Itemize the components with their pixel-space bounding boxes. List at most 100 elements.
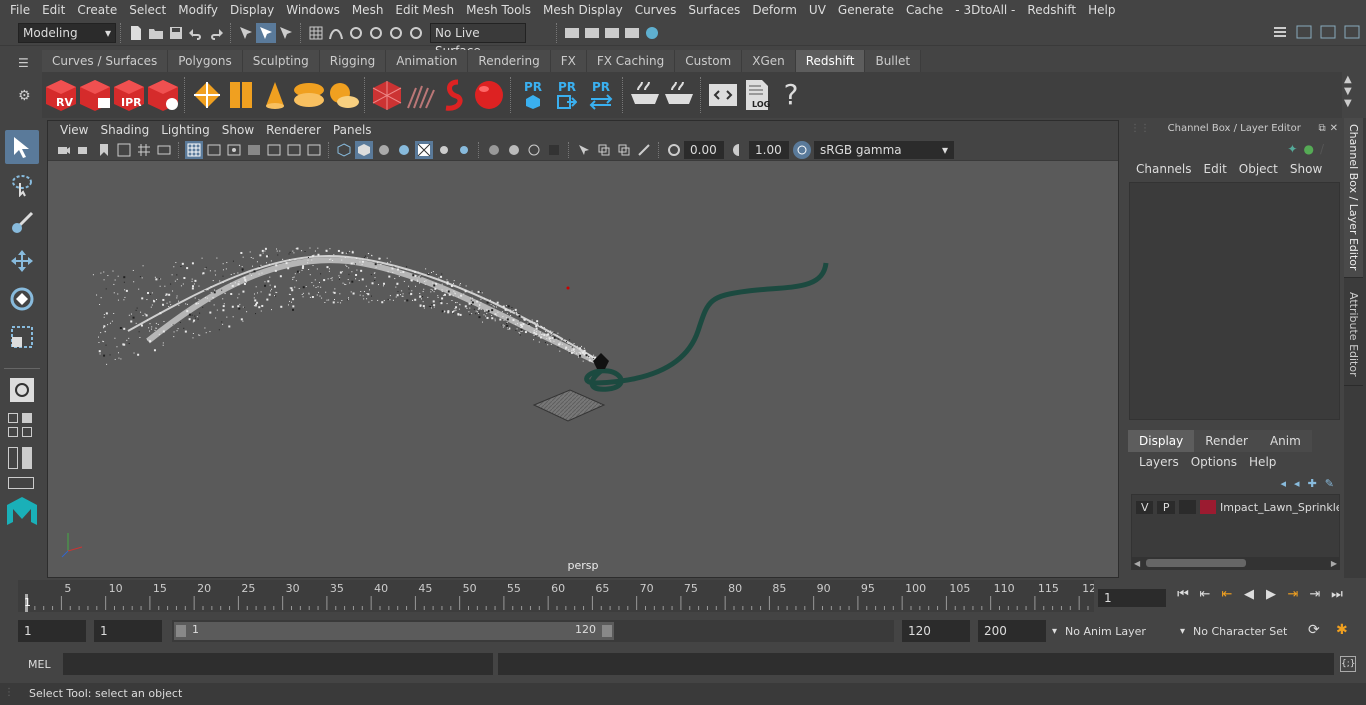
pr-button-3[interactable]: PR bbox=[584, 78, 618, 112]
tab-attribute-editor[interactable]: Attribute Editor bbox=[1344, 286, 1363, 386]
channel-box-menu-channels[interactable]: Channels bbox=[1130, 162, 1198, 176]
anim-layer-selector[interactable]: ▾ No Anim Layer bbox=[1052, 620, 1178, 642]
layer-tab-render[interactable]: Render bbox=[1194, 430, 1259, 452]
side-pane-icon[interactable] bbox=[22, 427, 32, 437]
tab-bullet[interactable]: Bullet bbox=[865, 50, 922, 72]
save-scene-icon[interactable] bbox=[166, 23, 186, 43]
menu-edit[interactable]: Edit bbox=[36, 0, 71, 20]
viewport-menu-show[interactable]: Show bbox=[216, 123, 260, 137]
snap-grid-icon[interactable] bbox=[306, 23, 326, 43]
playback-start-field[interactable]: 1 bbox=[94, 620, 162, 642]
render-frame-icon[interactable] bbox=[582, 23, 602, 43]
tab-sculpting[interactable]: Sculpting bbox=[242, 50, 320, 72]
xray-active-icon[interactable] bbox=[615, 141, 633, 159]
rs-bake-button-1[interactable] bbox=[628, 78, 662, 112]
rs-sun-sky-button[interactable] bbox=[326, 78, 360, 112]
rs-dome-light-button[interactable] bbox=[292, 78, 326, 112]
range-slider-fill[interactable]: 1 120 bbox=[174, 622, 614, 640]
smooth-shade-icon[interactable] bbox=[355, 140, 373, 159]
menu-edit-mesh[interactable]: Edit Mesh bbox=[389, 0, 460, 20]
rs-render-button[interactable] bbox=[78, 78, 112, 112]
field-chart-icon[interactable] bbox=[205, 141, 223, 159]
use-all-lights-icon[interactable] bbox=[435, 141, 453, 159]
menu-surfaces[interactable]: Surfaces bbox=[682, 0, 746, 20]
scroll-right-icon[interactable]: ▶ bbox=[1331, 559, 1337, 568]
last-tool-icon[interactable] bbox=[5, 373, 39, 407]
default-lighting-icon[interactable] bbox=[375, 141, 393, 159]
tab-xgen[interactable]: XGen bbox=[742, 50, 796, 72]
menu-mesh[interactable]: Mesh bbox=[346, 0, 390, 20]
command-language-label[interactable]: MEL bbox=[28, 658, 51, 671]
scene-start-field[interactable]: 1 bbox=[18, 620, 86, 642]
lasso-tool-icon[interactable] bbox=[5, 168, 39, 202]
resolution-gate-icon[interactable] bbox=[225, 141, 243, 159]
tool-settings-toggle-icon[interactable] bbox=[1342, 22, 1362, 42]
tab-custom[interactable]: Custom bbox=[675, 50, 743, 72]
wireframe-icon[interactable] bbox=[335, 141, 353, 159]
snap-point-icon[interactable] bbox=[346, 23, 366, 43]
outliner-icon[interactable] bbox=[1270, 22, 1290, 42]
move-tool-icon[interactable] bbox=[5, 244, 39, 278]
rs-log-button[interactable]: LOG bbox=[740, 78, 774, 112]
tab-polygons[interactable]: Polygons bbox=[168, 50, 243, 72]
single-pane-icon[interactable] bbox=[8, 413, 18, 423]
menu-display[interactable]: Display bbox=[224, 0, 280, 20]
anti-alias-icon[interactable] bbox=[525, 141, 543, 159]
move-layer-down-icon[interactable]: ◂ bbox=[1294, 477, 1300, 490]
viewport-menu-renderer[interactable]: Renderer bbox=[260, 123, 327, 137]
tab-curves-surfaces[interactable]: Curves / Surfaces bbox=[42, 50, 169, 72]
range-start-handle[interactable] bbox=[176, 625, 186, 637]
step-forward-key-icon[interactable]: ⇥ bbox=[1306, 587, 1324, 602]
render-settings-icon[interactable] bbox=[562, 23, 582, 43]
four-pane-icon[interactable] bbox=[22, 413, 32, 423]
rs-render-view-button[interactable]: RV bbox=[44, 78, 78, 112]
menu-mesh-tools[interactable]: Mesh Tools bbox=[460, 0, 537, 20]
tab-channel-box[interactable]: Channel Box / Layer Editor bbox=[1344, 118, 1363, 278]
grid-toggle-icon[interactable] bbox=[135, 141, 153, 159]
select-tool-icon[interactable] bbox=[5, 130, 39, 164]
open-scene-icon[interactable] bbox=[146, 23, 166, 43]
manipulator-icon[interactable]: ✦ bbox=[1287, 142, 1297, 156]
step-back-frame-icon[interactable]: ⇤ bbox=[1218, 587, 1236, 602]
step-back-key-icon[interactable]: ⇤ bbox=[1196, 587, 1214, 602]
channel-box-toggle-icon[interactable] bbox=[1294, 22, 1314, 42]
step-forward-frame-icon[interactable]: ⇥ bbox=[1284, 587, 1302, 602]
rs-spotlight-button[interactable] bbox=[258, 78, 292, 112]
layer-row[interactable]: V P Impact_Lawn_Sprinkle bbox=[1132, 497, 1339, 517]
menu-create[interactable]: Create bbox=[71, 0, 123, 20]
rs-settings-button[interactable] bbox=[146, 78, 180, 112]
layer-menu-layers[interactable]: Layers bbox=[1133, 455, 1185, 469]
xray-joints-icon[interactable] bbox=[595, 141, 613, 159]
script-editor-icon[interactable]: {;} bbox=[1340, 656, 1356, 672]
menu-mesh-display[interactable]: Mesh Display bbox=[537, 0, 629, 20]
film-gate-icon[interactable] bbox=[155, 141, 173, 159]
mode-selector[interactable]: Modeling ▾ bbox=[18, 22, 116, 43]
backface-icon[interactable] bbox=[635, 141, 653, 159]
menu-modify[interactable]: Modify bbox=[172, 0, 224, 20]
float-panel-icon[interactable]: ⧉ bbox=[1318, 123, 1325, 134]
scale-tool-icon[interactable] bbox=[5, 320, 39, 354]
live-surface-field[interactable]: No Live Surface bbox=[430, 22, 526, 58]
exposure-field[interactable]: 0.00 bbox=[684, 140, 724, 159]
panel-grip-icon[interactable]: ⋮⋮ bbox=[1130, 123, 1150, 134]
menu-deform[interactable]: Deform bbox=[746, 0, 803, 20]
grid-display-icon[interactable] bbox=[185, 140, 203, 159]
xray-icon[interactable] bbox=[415, 140, 433, 159]
anim-prefs-icon[interactable]: ✱ bbox=[1336, 622, 1348, 638]
layer-visibility-toggle[interactable]: V bbox=[1136, 500, 1154, 514]
select-component-icon[interactable] bbox=[276, 23, 296, 43]
command-input[interactable] bbox=[63, 653, 493, 675]
rs-hair-button[interactable] bbox=[404, 78, 438, 112]
shelf-menu-icon[interactable]: ☰ bbox=[18, 56, 38, 70]
play-forward-icon[interactable]: ▶ bbox=[1262, 587, 1280, 602]
menu-curves[interactable]: Curves bbox=[629, 0, 683, 20]
ipr-render-icon[interactable] bbox=[602, 23, 622, 43]
hyper-icon[interactable]: / bbox=[1320, 142, 1324, 156]
safe-title-icon[interactable] bbox=[285, 141, 303, 159]
character-set-selector[interactable]: ▾ No Character Set bbox=[1180, 620, 1300, 642]
rs-ipr-button[interactable]: IPR bbox=[112, 78, 146, 112]
scroll-left-icon[interactable]: ◀ bbox=[1134, 559, 1140, 568]
range-slider[interactable]: 1 120 bbox=[172, 620, 894, 642]
viewport-menu-lighting[interactable]: Lighting bbox=[155, 123, 216, 137]
motion-blur-icon[interactable] bbox=[505, 141, 523, 159]
